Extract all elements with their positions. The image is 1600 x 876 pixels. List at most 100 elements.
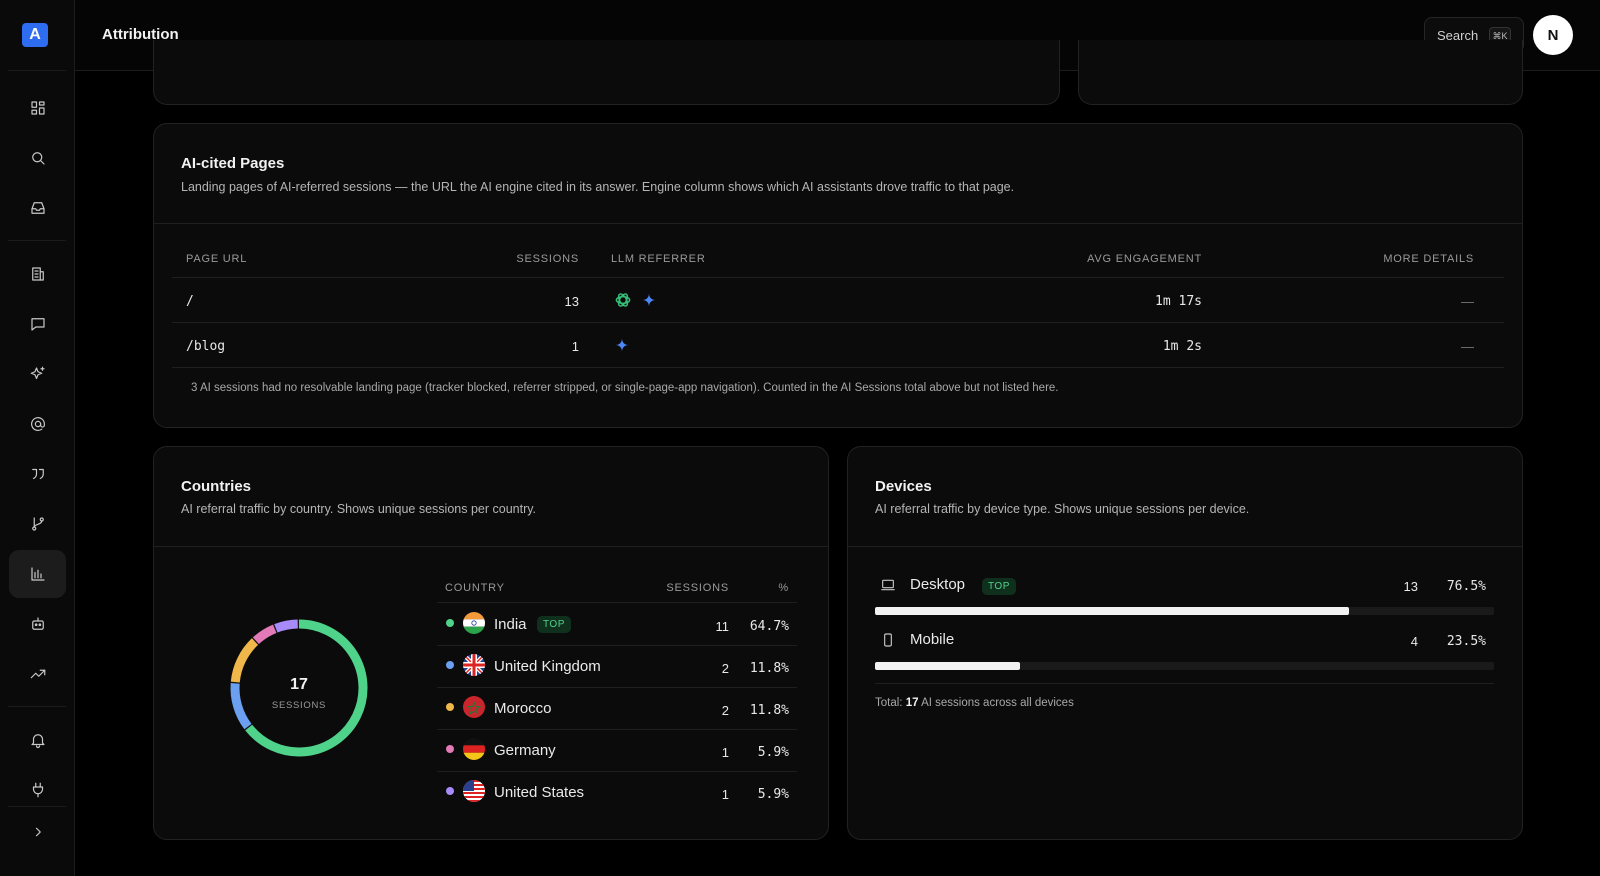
card-title: AI-cited Pages bbox=[181, 155, 285, 172]
gemini-icon bbox=[615, 338, 629, 352]
country-percent: 64.7% bbox=[749, 619, 789, 634]
more-details[interactable]: — bbox=[1334, 339, 1474, 354]
country-percent: 5.9% bbox=[757, 745, 789, 760]
table-divider bbox=[172, 367, 1504, 368]
sidebar-item-inbox[interactable] bbox=[9, 184, 66, 232]
devices-card: Devices AI referral traffic by device ty… bbox=[847, 446, 1523, 840]
us-flag-icon bbox=[463, 780, 485, 802]
device-sessions: 13 bbox=[1403, 579, 1418, 594]
at-sign-icon bbox=[30, 417, 45, 431]
column-header-sessions[interactable]: SESSIONS bbox=[499, 253, 579, 265]
bell-icon bbox=[30, 734, 45, 749]
inbox-icon bbox=[30, 202, 45, 214]
card-subtitle: AI referral traffic by country. Shows un… bbox=[181, 502, 537, 516]
phone-icon bbox=[884, 633, 892, 647]
column-header-percent[interactable]: % bbox=[749, 582, 789, 594]
page-url[interactable]: / bbox=[186, 294, 194, 309]
sidebar-divider bbox=[8, 706, 66, 707]
divider bbox=[154, 546, 828, 547]
donut-total-label: SESSIONS bbox=[271, 700, 327, 711]
dashboard-icon bbox=[30, 101, 45, 115]
device-share-bar bbox=[875, 662, 1494, 670]
divider bbox=[848, 546, 1522, 547]
legend-dot bbox=[446, 787, 454, 795]
sidebar-item-bots[interactable] bbox=[9, 600, 66, 648]
app-logo[interactable]: A bbox=[22, 23, 48, 47]
sidebar-item-attribution[interactable] bbox=[9, 550, 66, 598]
total-value: 17 bbox=[905, 697, 919, 709]
sidebar-expand-button[interactable] bbox=[9, 808, 66, 856]
bot-icon bbox=[31, 617, 44, 630]
page-url[interactable]: /blog bbox=[186, 339, 225, 354]
sidebar-divider bbox=[8, 70, 66, 71]
total-suffix: AI sessions across all devices bbox=[921, 697, 1074, 709]
device-percent: 23.5% bbox=[1446, 634, 1486, 649]
country-percent: 5.9% bbox=[757, 787, 789, 802]
column-header-more-details[interactable]: MORE DETAILS bbox=[1334, 253, 1474, 265]
avatar[interactable]: N bbox=[1533, 15, 1573, 55]
sidebar-item-trends[interactable] bbox=[9, 650, 66, 698]
germany-flag-icon bbox=[463, 738, 485, 760]
column-header-page-url[interactable]: PAGE URL bbox=[186, 253, 247, 265]
sparkles-icon bbox=[30, 366, 45, 380]
card-title: Devices bbox=[875, 478, 932, 495]
table-divider bbox=[437, 687, 797, 688]
country-name: Germany bbox=[494, 742, 556, 759]
quote-icon bbox=[31, 468, 44, 480]
legend-dot bbox=[446, 661, 454, 669]
top-badge: TOP bbox=[537, 616, 571, 633]
more-details[interactable]: — bbox=[1334, 294, 1474, 309]
countries-card: Countries AI referral traffic by country… bbox=[153, 446, 829, 840]
previous-card-right bbox=[1078, 40, 1523, 105]
column-header-country[interactable]: COUNTRY bbox=[445, 582, 505, 594]
sidebar-item-notifications[interactable] bbox=[9, 716, 66, 764]
column-header-sessions[interactable]: SESSIONS bbox=[649, 582, 729, 594]
card-subtitle: Landing pages of AI-referred sessions — … bbox=[181, 180, 1015, 194]
sidebar-divider bbox=[8, 806, 66, 807]
sidebar-item-companies[interactable] bbox=[9, 250, 66, 298]
legend-dot bbox=[446, 703, 454, 711]
country-sessions: 2 bbox=[721, 703, 729, 718]
avg-engagement: 1m 2s bbox=[1162, 339, 1202, 354]
gemini-icon bbox=[642, 293, 656, 307]
git-branch-icon bbox=[31, 517, 44, 531]
country-name: Morocco bbox=[494, 700, 552, 717]
total-prefix: Total: bbox=[875, 697, 903, 709]
donut-segment[interactable] bbox=[252, 624, 277, 645]
column-header-avg-engagement[interactable]: AVG ENGAGEMENT bbox=[1044, 253, 1202, 265]
table-divider bbox=[437, 645, 797, 646]
sidebar-divider bbox=[8, 240, 66, 241]
bar-chart-icon bbox=[30, 567, 45, 581]
sidebar-item-search[interactable] bbox=[9, 134, 66, 182]
donut-segment[interactable] bbox=[230, 683, 252, 730]
chat-icon bbox=[30, 318, 45, 331]
country-sessions: 2 bbox=[721, 661, 729, 676]
country-sessions: 1 bbox=[721, 787, 729, 802]
sessions-count: 1 bbox=[571, 339, 579, 354]
sessions-count: 13 bbox=[564, 294, 579, 309]
devices-total: Total: 17 AI sessions across all devices bbox=[875, 697, 1074, 709]
sidebar-item-mentions[interactable] bbox=[9, 400, 66, 448]
laptop-icon bbox=[881, 579, 895, 591]
donut-total: 17 bbox=[290, 676, 308, 693]
plug-icon bbox=[32, 782, 43, 798]
sidebar-item-branches[interactable] bbox=[9, 500, 66, 548]
sidebar-item-ai[interactable] bbox=[9, 350, 66, 398]
device-name: Mobile bbox=[910, 631, 955, 648]
country-name: India bbox=[494, 616, 527, 633]
sidebar-item-dashboard[interactable] bbox=[9, 84, 66, 132]
sidebar-item-chat[interactable] bbox=[9, 300, 66, 348]
top-badge: TOP bbox=[982, 578, 1016, 595]
search-icon bbox=[31, 152, 45, 165]
chevron-right-icon bbox=[35, 827, 41, 837]
legend-dot bbox=[446, 745, 454, 753]
uk-flag-icon bbox=[463, 654, 485, 676]
donut-segment[interactable] bbox=[274, 619, 298, 633]
card-title: Countries bbox=[181, 478, 252, 495]
sidebar: A bbox=[0, 0, 75, 876]
sidebar-item-citations[interactable] bbox=[9, 450, 66, 498]
column-header-llm-referrer[interactable]: LLM REFERRER bbox=[611, 253, 706, 265]
device-share-bar bbox=[875, 607, 1494, 615]
table-divider bbox=[437, 602, 797, 603]
morocco-flag-icon bbox=[463, 696, 485, 718]
